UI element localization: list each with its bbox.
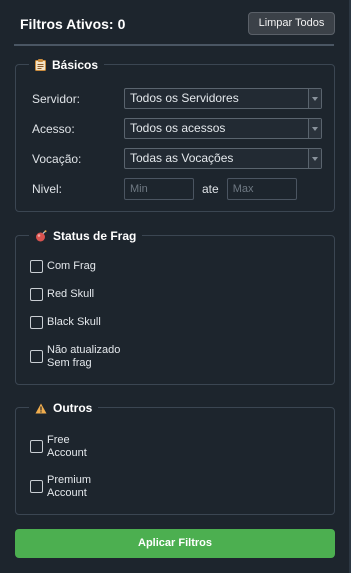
- nivel-separator: ate: [202, 182, 219, 196]
- black-skull-checkbox[interactable]: Black Skull: [30, 316, 101, 329]
- clipboard-icon: [35, 59, 46, 71]
- clear-all-button[interactable]: Limpar Todos: [248, 12, 335, 35]
- checkbox-label: Black Skull: [47, 316, 101, 328]
- filter-panel: Filtros Ativos: 0 Limpar Todos Básicos Se…: [0, 0, 351, 573]
- checkbox-label-line1: Free: [47, 434, 70, 446]
- basicos-section: Básicos Servidor: Todos os Servidores Ac…: [15, 57, 335, 212]
- free-account-checkbox[interactable]: Free Account: [30, 434, 87, 460]
- servidor-select[interactable]: Todos os Servidores: [124, 88, 322, 109]
- frag-section: Status de Frag Com Frag Red Skull Black …: [15, 228, 335, 385]
- nivel-min-input[interactable]: [124, 178, 194, 200]
- checkbox-box[interactable]: [30, 480, 43, 493]
- active-filters-label: Filtros Ativos:: [20, 16, 114, 32]
- checkbox-label-line1: Premium: [47, 474, 92, 486]
- header-divider: [14, 44, 334, 46]
- checkbox-box[interactable]: [30, 440, 43, 453]
- checkbox-label: Não atualizado Sem frag: [47, 344, 120, 370]
- checkbox-label-line2: Sem frag: [47, 357, 92, 369]
- vocacao-row: Vocação: Todas as Vocações: [32, 148, 322, 169]
- acesso-row: Acesso: Todos os acessos: [32, 118, 322, 139]
- acesso-select[interactable]: Todos os acessos: [124, 118, 322, 139]
- checkbox-label: Com Frag: [47, 260, 96, 272]
- frag-legend: Status de Frag: [29, 228, 143, 244]
- vocacao-select[interactable]: Todas as Vocações: [124, 148, 322, 169]
- checkbox-label-line2: Account: [47, 447, 87, 459]
- checkbox-label-line1: Não atualizado: [47, 344, 121, 356]
- vocacao-label: Vocação:: [32, 151, 82, 166]
- warning-icon: [35, 403, 47, 414]
- checkbox-box[interactable]: [30, 288, 43, 301]
- checkbox-label: Free Account: [47, 434, 87, 460]
- basicos-title: Básicos: [52, 58, 99, 72]
- active-filters-count: 0: [117, 16, 126, 32]
- checkbox-label: Red Skull: [47, 288, 95, 300]
- nivel-label: Nivel:: [32, 182, 63, 196]
- chevron-down-icon: [308, 119, 321, 138]
- apply-filters-button[interactable]: Aplicar Filtros: [15, 529, 335, 558]
- chevron-down-icon: [308, 89, 321, 108]
- chevron-down-icon: [308, 149, 321, 168]
- checkbox-box[interactable]: [30, 260, 43, 273]
- acesso-label: Acesso:: [32, 121, 75, 136]
- premium-account-checkbox[interactable]: Premium Account: [30, 474, 91, 500]
- servidor-value: Todos os Servidores: [130, 91, 239, 105]
- outros-legend: Outros: [29, 400, 99, 416]
- vocacao-value: Todas as Vocações: [130, 151, 234, 165]
- outros-section: Outros Free Account Premium Account: [15, 400, 335, 515]
- com-frag-checkbox[interactable]: Com Frag: [30, 260, 96, 273]
- outros-title: Outros: [53, 401, 93, 415]
- checkbox-box[interactable]: [30, 316, 43, 329]
- bomb-icon: [35, 230, 47, 242]
- filter-header: Filtros Ativos: 0 Limpar Todos: [0, 0, 349, 46]
- servidor-row: Servidor: Todos os Servidores: [32, 88, 322, 109]
- nao-atualizado-checkbox[interactable]: Não atualizado Sem frag: [30, 344, 120, 370]
- checkbox-box[interactable]: [30, 350, 43, 363]
- frag-title: Status de Frag: [53, 229, 137, 243]
- checkbox-label-line2: Account: [47, 487, 87, 499]
- active-filters-title: Filtros Ativos: 0: [20, 16, 125, 32]
- basicos-legend: Básicos: [29, 57, 105, 73]
- acesso-value: Todos os acessos: [130, 121, 226, 135]
- red-skull-checkbox[interactable]: Red Skull: [30, 288, 94, 301]
- servidor-label: Servidor:: [32, 91, 81, 106]
- nivel-max-input[interactable]: [226, 178, 297, 200]
- checkbox-label: Premium Account: [47, 474, 91, 500]
- nivel-row: Nivel: ate: [32, 178, 297, 200]
